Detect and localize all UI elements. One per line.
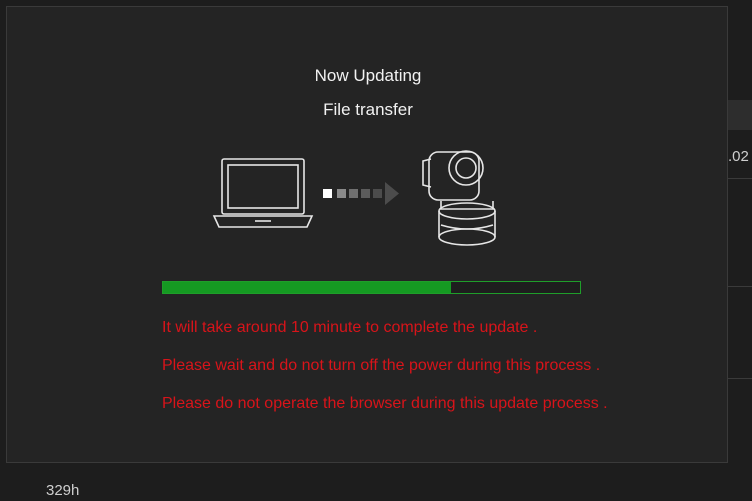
dialog-subtitle: File transfer <box>323 100 413 119</box>
update-dialog: Now Updating File transfer It will take … <box>6 6 728 463</box>
transfer-illustration <box>212 150 496 246</box>
warning-message: Please wait and do not turn off the powe… <box>162 357 601 374</box>
update-progress-bar <box>162 281 581 294</box>
background-footer-value: 329h <box>46 482 80 499</box>
transfer-arrow-icon <box>323 182 399 205</box>
laptop-icon <box>212 158 314 228</box>
progress-bar-fill <box>163 282 451 293</box>
background-value: .02 <box>728 148 749 165</box>
ptz-camera-icon <box>422 150 496 246</box>
warning-message: Please do not operate the browser during… <box>162 395 608 412</box>
dialog-title: Now Updating <box>314 66 422 85</box>
warning-message: It will take around 10 minute to complet… <box>162 319 538 336</box>
